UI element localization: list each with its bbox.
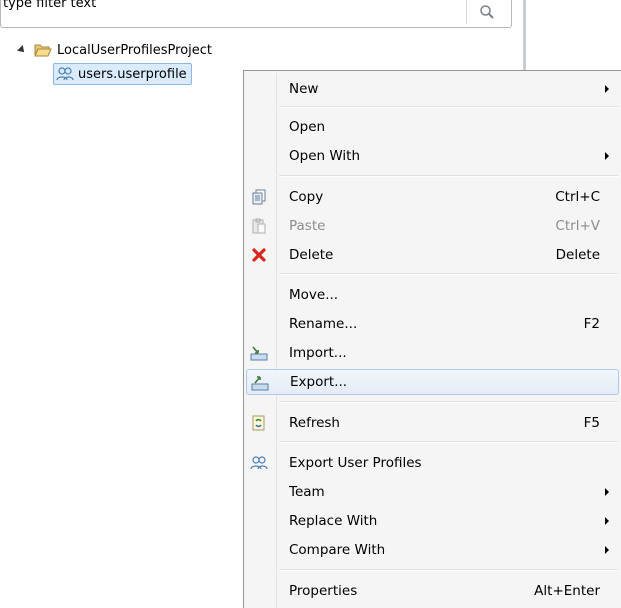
menu-separator (279, 273, 618, 275)
menu-separator (279, 441, 618, 443)
menu-separator (279, 401, 618, 403)
submenu-arrow-icon (605, 488, 609, 496)
delete-icon (250, 246, 268, 264)
menu-item-label: Properties (289, 583, 358, 599)
menu-item-label: Delete (289, 247, 334, 263)
tree-item-project[interactable]: LocalUserProfilesProject (17, 40, 212, 60)
search-icon (480, 5, 494, 19)
menu-item-label: Replace With (289, 513, 378, 529)
menu-item-label: Export... (290, 374, 348, 390)
submenu-arrow-icon (605, 546, 609, 554)
menu-item-label: Export User Profiles (289, 455, 422, 471)
menu-item-label: Compare With (289, 542, 386, 558)
user-profile-icon (56, 67, 74, 81)
submenu-arrow-icon (605, 85, 609, 93)
menu-item-replace-with[interactable]: Replace With (246, 508, 619, 534)
menu-item-compare-with[interactable]: Compare With (246, 537, 619, 563)
submenu-arrow-icon (605, 517, 609, 525)
copy-icon (250, 188, 268, 206)
menu-item-new[interactable]: New (246, 76, 619, 102)
menu-item-label: Move... (289, 287, 339, 303)
menu-item-label: Import... (289, 345, 347, 361)
menu-item-delete[interactable]: Delete Delete (246, 242, 619, 268)
menu-item-open[interactable]: Open (246, 114, 619, 140)
open-folder-icon (34, 44, 52, 57)
menu-item-label: Paste (289, 218, 326, 234)
filter-input[interactable]: type filter text (0, 0, 512, 28)
menu-item-label: Copy (289, 189, 324, 205)
context-menu: New Open Open With Copy Ctrl+C Paste Ctr… (243, 70, 621, 608)
menu-item-label: New (289, 81, 319, 97)
filter-text[interactable]: type filter text (3, 0, 96, 14)
menu-item-label: Refresh (289, 415, 340, 431)
menu-item-move[interactable]: Move... (246, 282, 619, 308)
tree-item-file[interactable]: users.userprofile (53, 63, 192, 85)
menu-item-shortcut: Ctrl+C (555, 189, 600, 205)
view-divider (523, 0, 526, 74)
menu-item-open-with[interactable]: Open With (246, 143, 619, 169)
expand-arrow-icon[interactable] (17, 45, 27, 55)
file-label: users.userprofile (78, 66, 187, 82)
menu-separator (279, 175, 618, 177)
menu-item-label: Team (289, 484, 325, 500)
menu-item-shortcut: F2 (583, 316, 600, 332)
refresh-icon (250, 414, 268, 432)
menu-item-properties[interactable]: Properties Alt+Enter (246, 578, 619, 604)
import-icon (250, 344, 268, 362)
menu-item-export-user-profiles[interactable]: Export User Profiles (246, 450, 619, 476)
menu-item-copy[interactable]: Copy Ctrl+C (246, 184, 619, 210)
project-label: LocalUserProfilesProject (57, 42, 212, 58)
menu-item-shortcut: Alt+Enter (534, 583, 600, 599)
menu-item-import[interactable]: Import... (246, 340, 619, 366)
menu-item-paste[interactable]: Paste Ctrl+V (246, 213, 619, 239)
menu-item-label: Rename... (289, 316, 358, 332)
menu-separator (279, 569, 618, 571)
menu-item-export[interactable]: Export... (246, 369, 619, 395)
menu-item-label: Open With (289, 148, 361, 164)
menu-item-shortcut: F5 (583, 415, 600, 431)
selected-file[interactable]: users.userprofile (53, 63, 192, 85)
submenu-arrow-icon (605, 152, 609, 160)
menu-separator (279, 106, 618, 108)
menu-item-rename[interactable]: Rename... F2 (246, 311, 619, 337)
menu-item-team[interactable]: Team (246, 479, 619, 505)
user-profiles-icon (250, 454, 268, 472)
export-icon (251, 374, 269, 392)
menu-item-shortcut: Delete (555, 247, 600, 263)
filter-search-button[interactable] (466, 0, 507, 24)
menu-item-shortcut: Ctrl+V (555, 218, 600, 234)
menu-item-refresh[interactable]: Refresh F5 (246, 410, 619, 436)
paste-icon (250, 217, 268, 235)
menu-item-label: Open (289, 119, 326, 135)
